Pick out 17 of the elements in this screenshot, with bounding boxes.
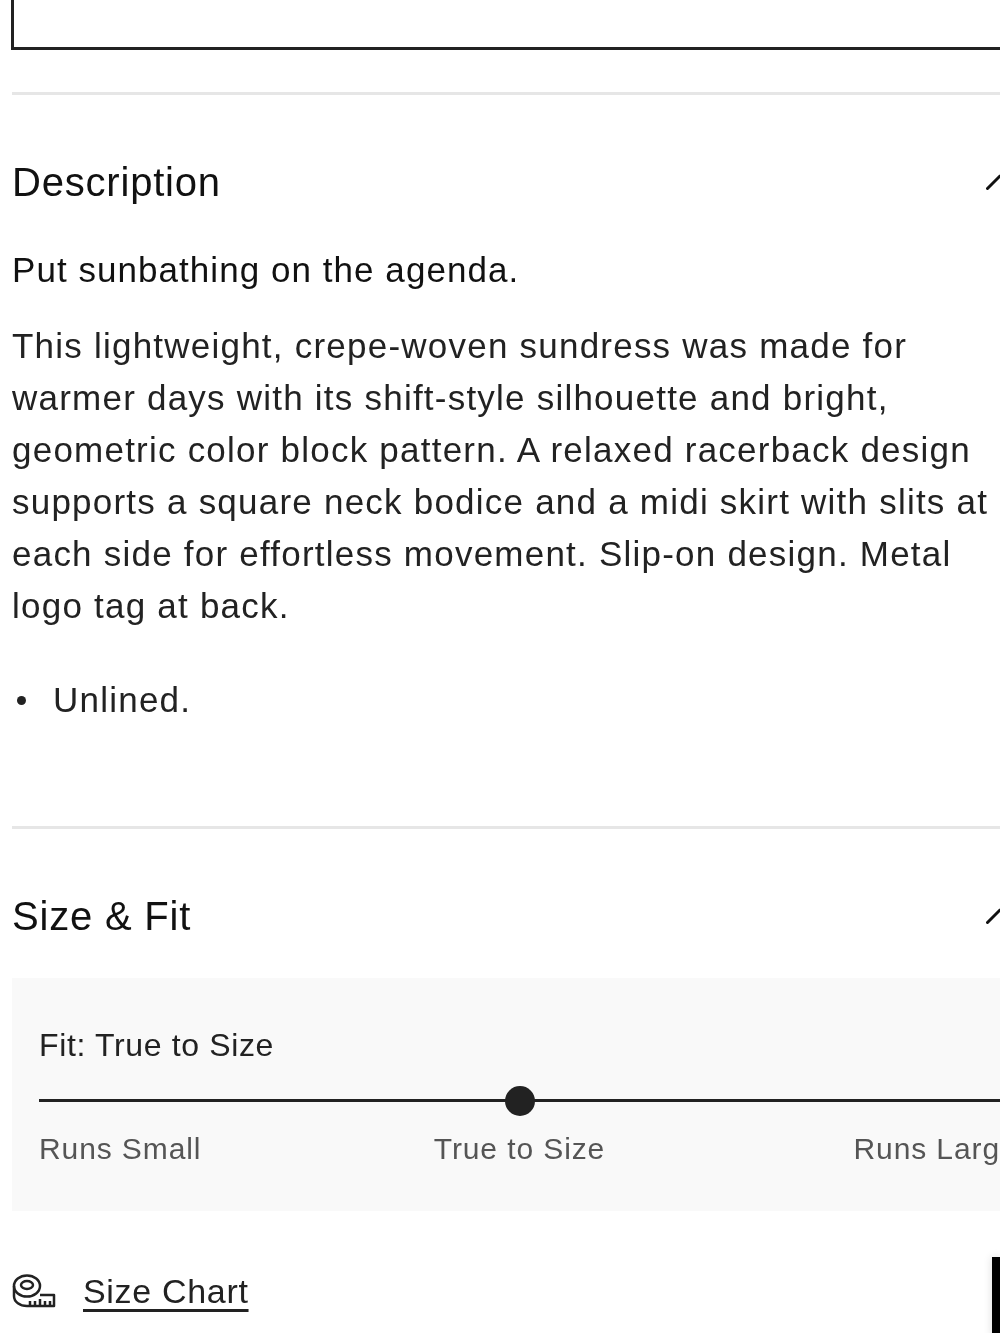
chevron-up-icon[interactable] (986, 174, 1000, 190)
description-paragraph: This lightweight, crepe-woven sundress was made for warmer days with its shift-style silhouette and bright, geometric color block pattern. A relaxed racerback design supports a square neck bodice and a midi skirt with slits at each side for effortless movement. Slip-on design. Metal logo tag at back. (12, 325, 989, 627)
chevron-up-icon[interactable] (986, 908, 1000, 924)
size-chart-link[interactable]: Size Chart (12, 1269, 249, 1313)
fit-scale-label: Runs Small (39, 1131, 202, 1167)
fit-scale-label: True to Size (433, 1131, 606, 1167)
bullet-icon (17, 695, 26, 705)
tape-measure-icon (12, 1274, 56, 1308)
fit-title: Fit: True to Size (39, 1026, 274, 1065)
fit-scale-label: Runs Larg (853, 1131, 1000, 1167)
section-heading: Size & Fit (12, 893, 192, 940)
slider-thumb[interactable] (504, 1086, 535, 1116)
bullet-text: Unlined. (53, 679, 192, 721)
section-heading: Description (12, 159, 221, 206)
description-headline: Put sunbathing on the agenda. (12, 249, 520, 291)
slider-track[interactable] (39, 1086, 1000, 1116)
input-field[interactable] (11, 0, 1000, 50)
